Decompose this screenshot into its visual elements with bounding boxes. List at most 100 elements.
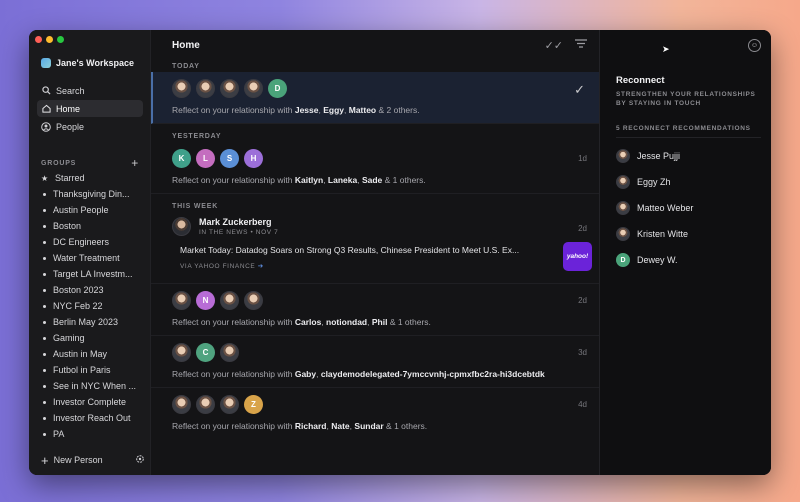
avatar[interactable] (196, 79, 215, 98)
people-icon (41, 121, 51, 132)
workspace-icon (41, 58, 51, 68)
avatar[interactable] (172, 343, 191, 362)
entry-text: Reflect on your relationship with Kaitly… (172, 175, 426, 185)
sidebar-group-item[interactable]: Target LA Investm... (41, 266, 147, 282)
avatar[interactable] (196, 395, 215, 414)
sidebar-group-item[interactable]: NYC Feb 22 (41, 298, 147, 314)
reconnect-person[interactable]: Matteo Weber (616, 195, 693, 221)
news-person-name: Mark Zuckerberg (199, 217, 272, 227)
sidebar-group-item[interactable]: Thanksgiving Din... (41, 186, 147, 202)
home-icon (41, 104, 51, 114)
news-card[interactable]: Market Today: Datadog Soars on Strong Q3… (180, 242, 592, 275)
avatar[interactable] (172, 395, 191, 414)
group-label: Investor Reach Out (53, 413, 131, 423)
avatar[interactable] (220, 291, 239, 310)
avatar[interactable]: K (172, 149, 191, 168)
reconnect-person[interactable]: Jesse Pujji (616, 143, 693, 169)
bullet-icon (43, 432, 46, 436)
feed-entry[interactable]: C Reflect on your relationship with Gaby… (151, 336, 599, 388)
sidebar-group-item[interactable]: Boston (41, 218, 147, 234)
avatar[interactable] (244, 79, 263, 98)
sidebar-group-item[interactable]: Austin People (41, 202, 147, 218)
entry-time: 1d (578, 154, 587, 163)
reconnect-person[interactable]: Eggy Zh (616, 169, 693, 195)
avatar[interactable] (244, 291, 263, 310)
sidebar-item-people[interactable]: People (37, 118, 143, 135)
minimize-window-button[interactable] (46, 36, 53, 43)
workspace-switcher[interactable]: Jane's Workspace (41, 58, 134, 68)
group-label: Water Treatment (53, 253, 120, 263)
avatar[interactable]: H (244, 149, 263, 168)
avatar-group: C (172, 336, 587, 365)
sidebar-group-item[interactable]: Futbol in Paris (41, 362, 147, 378)
page-title: Home (172, 39, 200, 51)
avatar[interactable] (220, 343, 239, 362)
sidebar-group-item[interactable]: Investor Complete (41, 394, 147, 410)
entry-text: Reflect on your relationship with Carlos… (172, 317, 431, 327)
bullet-icon (43, 384, 46, 388)
add-group-button[interactable]: + (131, 156, 139, 170)
news-source-label: VIA YAHOO FINANCE (180, 263, 256, 270)
reconnect-person[interactable]: Kristen Witte (616, 221, 693, 247)
feed-entry[interactable]: KLSH Reflect on your relationship with K… (151, 142, 599, 194)
sidebar-item-label: Search (56, 85, 85, 96)
sidebar-group-item[interactable]: PA (41, 426, 147, 442)
sidebar-group-item[interactable]: Berlin May 2023 (41, 314, 147, 330)
avatar[interactable]: D (268, 79, 287, 98)
bullet-icon (43, 336, 46, 340)
reconnect-list: Jesse Pujji Eggy Zh Matteo Weber Kristen Wi… (616, 143, 693, 273)
news-thumbnail: yahoo! (563, 242, 592, 271)
zoom-window-button[interactable] (57, 36, 64, 43)
group-label: See in NYC When ... (53, 381, 137, 391)
section-yesterday: YESTERDAY (172, 132, 222, 140)
avatar[interactable] (172, 291, 191, 310)
reconnect-person[interactable]: D Dewey W. (616, 247, 693, 273)
entry-time: 3d (578, 348, 587, 357)
news-entry[interactable]: Mark Zuckerberg IN THE NEWS • NOV 7 Mark… (151, 212, 599, 284)
bullet-icon (43, 400, 46, 404)
feed-entry[interactable]: N Reflect on your relationship with Carl… (151, 284, 599, 336)
app-window: Jane's Workspace Search Home People GROU… (29, 30, 771, 475)
group-label: Boston 2023 (53, 285, 104, 295)
account-icon[interactable]: ☺ (748, 39, 761, 52)
news-subtitle: IN THE NEWS • NOV 7 (199, 229, 279, 236)
sidebar-item-search[interactable]: Search (37, 82, 143, 99)
settings-gear-icon[interactable] (135, 454, 145, 466)
avatar[interactable]: C (196, 343, 215, 362)
sidebar-group-item[interactable]: See in NYC When ... (41, 378, 147, 394)
avatar[interactable]: L (196, 149, 215, 168)
filter-icon[interactable] (575, 39, 587, 51)
avatar[interactable]: Z (244, 395, 263, 414)
sidebar-group-item[interactable]: Austin in May (41, 346, 147, 362)
close-window-button[interactable] (35, 36, 42, 43)
avatar[interactable] (220, 79, 239, 98)
feed-entry[interactable]: Z Reflect on your relationship with Rich… (151, 388, 599, 439)
sidebar-group-item[interactable]: DC Engineers (41, 234, 147, 250)
new-person-label: New Person (53, 455, 103, 465)
avatar[interactable]: S (220, 149, 239, 168)
new-person-button[interactable]: + New Person (41, 454, 103, 467)
group-label: Austin in May (53, 349, 108, 359)
checkmark-icon[interactable]: ✓ (574, 82, 585, 98)
sidebar-group-item[interactable]: Gaming (41, 330, 147, 346)
bullet-icon (43, 304, 46, 308)
entry-text: Reflect on your relationship with Richar… (172, 421, 428, 431)
bullet-icon (43, 352, 46, 356)
feed-entry[interactable]: D Reflect on your relationship with Jess… (151, 72, 599, 124)
avatar[interactable] (172, 79, 191, 98)
sidebar-group-item[interactable]: Investor Reach Out (41, 410, 147, 426)
sidebar-group-item[interactable]: Boston 2023 (41, 282, 147, 298)
bullet-icon (43, 256, 46, 260)
entry-time: 2d (578, 296, 587, 305)
avatar[interactable]: N (196, 291, 215, 310)
sidebar-nav: Search Home People (37, 82, 143, 136)
avatar[interactable] (220, 395, 239, 414)
header-actions: ✓✓ (545, 39, 587, 52)
sidebar-item-home[interactable]: Home (37, 100, 143, 117)
sidebar-group-item[interactable]: ★ Starred (41, 170, 147, 186)
news-source[interactable]: VIA YAHOO FINANCE ➔ (180, 262, 587, 270)
bullet-icon (43, 240, 46, 244)
mark-all-done-icon[interactable]: ✓✓ (545, 39, 563, 52)
sidebar-group-item[interactable]: Water Treatment (41, 250, 147, 266)
person-name: Matteo Weber (637, 203, 694, 213)
